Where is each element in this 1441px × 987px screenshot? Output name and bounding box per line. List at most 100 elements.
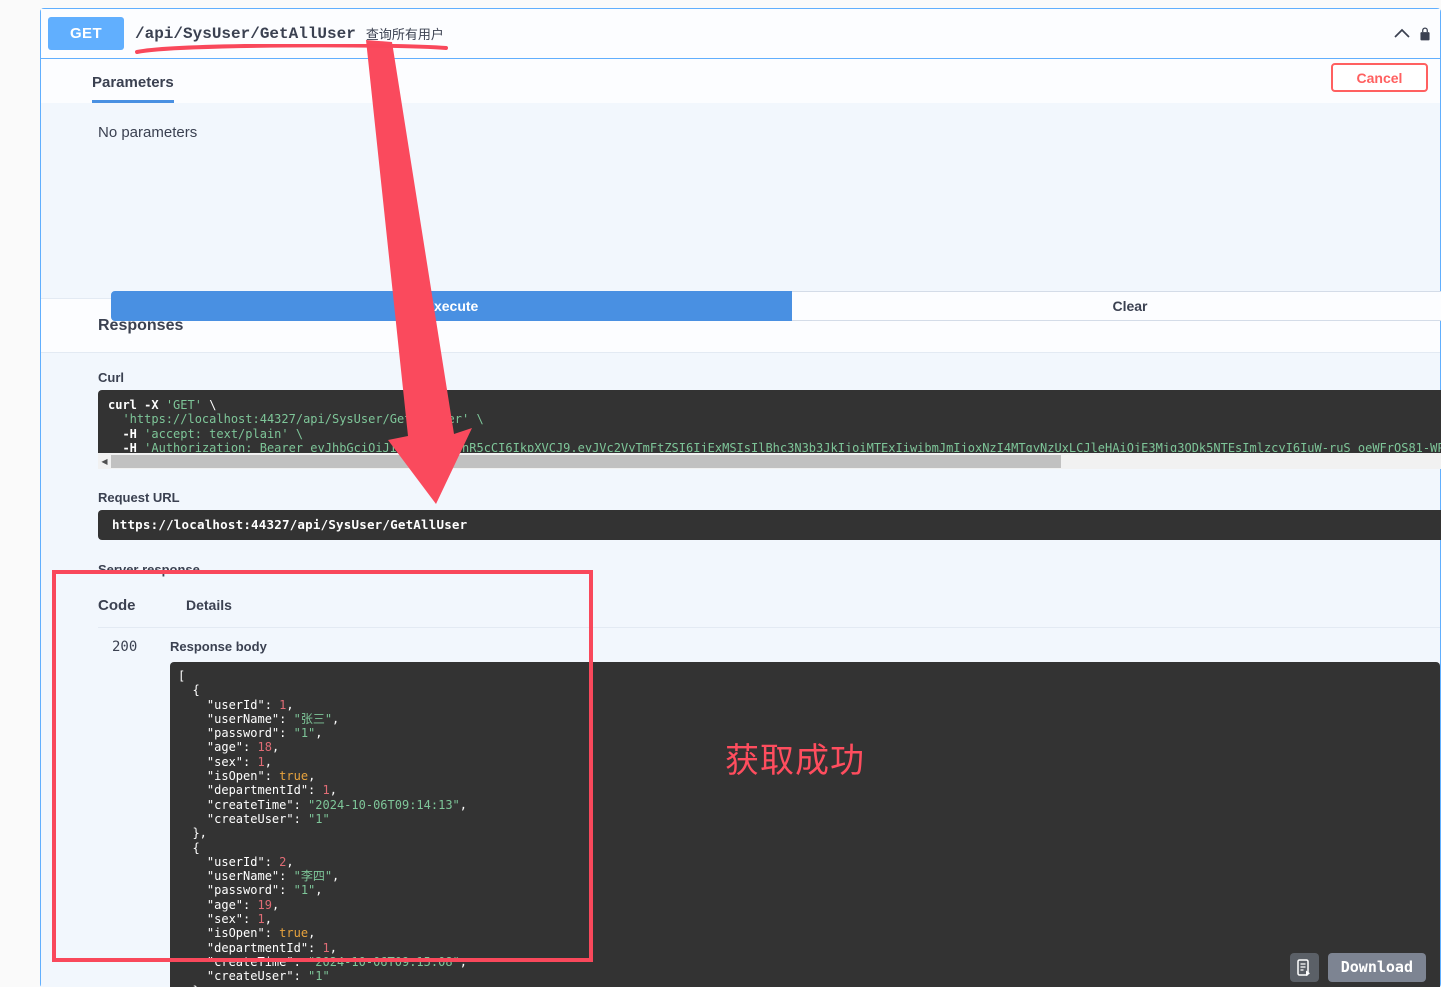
curl-cmd: curl (108, 398, 137, 412)
tabs-row: Parameters Cancel (41, 59, 1440, 103)
json-line: "createTime": "2024-10-06T09:15:08", (178, 955, 1440, 969)
json-value: 1 (323, 941, 330, 955)
json-key: "sex": (178, 912, 257, 926)
json-line: "sex": 1, (178, 755, 1440, 769)
json-key: "userId": (178, 698, 279, 712)
json-value: "1" (308, 812, 330, 826)
scroll-left-arrow-icon[interactable]: ◀ (98, 457, 111, 466)
json-value: "2024-10-06T09:14:13" (308, 798, 460, 812)
operation-path: /api/SysUser/GetAllUser (135, 25, 356, 43)
no-parameters-text: No parameters (41, 124, 1440, 141)
tab-parameters[interactable]: Parameters (92, 74, 174, 103)
json-line: "isOpen": true, (178, 769, 1440, 783)
json-key: "userName": (178, 712, 294, 726)
response-body-block[interactable]: [ { "userId": 1, "userName": "张三", "pass… (170, 662, 1440, 987)
json-value: 19 (257, 898, 271, 912)
copy-to-clipboard-icon[interactable] (1290, 953, 1319, 982)
json-key: "password": (178, 726, 294, 740)
json-key: "isOpen": (178, 769, 279, 783)
json-line: { (178, 683, 1440, 697)
json-key: "createUser": (178, 969, 308, 983)
response-table-row: 200 Response body [ { "userId": 1, "user… (98, 627, 1440, 987)
response-body-label: Response body (170, 639, 1440, 654)
json-line: "password": "1", (178, 726, 1440, 740)
json-key: "sex": (178, 755, 257, 769)
chevron-up-icon[interactable] (1390, 22, 1414, 46)
json-line: { (178, 841, 1440, 855)
column-header-code: Code (98, 597, 186, 614)
curl-accept-header: 'accept: text/plain' \ (144, 427, 303, 441)
http-method-badge: GET (48, 17, 124, 50)
json-line: "userName": "张三", (178, 712, 1440, 726)
json-value: 1 (257, 755, 264, 769)
json-value: "李四" (294, 869, 332, 883)
column-header-details: Details (186, 597, 232, 614)
operation-block-get-getalluser: GET /api/SysUser/GetAllUser 查询所有用户 Param… (40, 8, 1441, 987)
json-value: "1" (294, 726, 316, 740)
json-value: "1" (294, 883, 316, 897)
parameters-section: No parameters Execute Clear (41, 103, 1440, 299)
curl-flag-h-2: -H (122, 441, 136, 452)
curl-url-line: 'https://localhost:44327/api/SysUser/Get… (122, 412, 483, 426)
json-line: [ (178, 669, 1440, 683)
json-key: "age": (178, 898, 257, 912)
execute-button[interactable]: Execute (111, 291, 792, 321)
json-line: "createUser": "1" (178, 969, 1440, 983)
json-key: "password": (178, 883, 294, 897)
request-url-label: Request URL (41, 490, 1440, 505)
request-url-value: https://localhost:44327/api/SysUser/GetA… (98, 510, 1441, 540)
json-value: true (279, 769, 308, 783)
json-key: "departmentId": (178, 941, 323, 955)
json-line: "userName": "李四", (178, 869, 1440, 883)
json-line: "departmentId": 1, (178, 783, 1440, 797)
action-buttons-row: Execute Clear (111, 291, 1441, 321)
clear-button[interactable]: Clear (792, 291, 1441, 321)
summary-controls (1390, 22, 1432, 46)
response-details: Response body [ { "userId": 1, "userName… (170, 639, 1440, 987)
json-key: "departmentId": (178, 783, 323, 797)
json-key: "createTime": (178, 955, 308, 969)
server-response-label: Server response (41, 562, 1440, 577)
curl-flag-h-1: -H (122, 427, 136, 441)
json-line: } (178, 984, 1440, 987)
json-line: }, (178, 826, 1440, 840)
json-value: 18 (257, 740, 271, 754)
json-key: "userName": (178, 869, 294, 883)
scrollbar-thumb[interactable] (111, 455, 1061, 468)
swagger-ui-page: GET /api/SysUser/GetAllUser 查询所有用户 Param… (0, 0, 1441, 987)
operation-summary-bar[interactable]: GET /api/SysUser/GetAllUser 查询所有用户 (41, 9, 1440, 59)
json-key: "createTime": (178, 798, 308, 812)
json-line: "age": 19, (178, 898, 1440, 912)
lock-icon[interactable] (1420, 24, 1430, 44)
json-value: 1 (257, 912, 264, 926)
curl-horizontal-scrollbar[interactable]: ◀ (98, 452, 1441, 469)
response-body-actions: Download (1290, 953, 1426, 982)
json-value: true (279, 926, 308, 940)
json-key: "createUser": (178, 812, 308, 826)
json-line: "createUser": "1" (178, 812, 1440, 826)
json-line: "age": 18, (178, 740, 1440, 754)
json-line: "userId": 2, (178, 855, 1440, 869)
json-line: "isOpen": true, (178, 926, 1440, 940)
responses-content: Curl curl -X 'GET' \ 'https://localhost:… (41, 353, 1440, 987)
curl-flag-x: -X (144, 398, 158, 412)
json-key: "age": (178, 740, 257, 754)
cancel-button[interactable]: Cancel (1331, 63, 1428, 92)
status-code: 200 (98, 639, 170, 987)
json-value: "2024-10-06T09:15:08" (308, 955, 460, 969)
json-key: "userId": (178, 855, 279, 869)
curl-cont-1: \ (209, 398, 216, 412)
json-key: "isOpen": (178, 926, 279, 940)
json-value: 1 (323, 783, 330, 797)
download-button[interactable]: Download (1328, 953, 1426, 982)
json-line: "userId": 1, (178, 698, 1440, 712)
json-line: "departmentId": 1, (178, 941, 1440, 955)
json-line: "sex": 1, (178, 912, 1440, 926)
operation-description: 查询所有用户 (366, 24, 444, 43)
json-value: "1" (308, 969, 330, 983)
response-table-header: Code Details (41, 597, 1440, 614)
curl-authorization-header: 'Authorization: Bearer eyJhbGciOiJIUzI1N… (144, 441, 1441, 452)
curl-command-block[interactable]: curl -X 'GET' \ 'https://localhost:44327… (98, 390, 1441, 452)
curl-method: 'GET' (166, 398, 202, 412)
response-body-json: [ { "userId": 1, "userName": "张三", "pass… (178, 669, 1440, 987)
